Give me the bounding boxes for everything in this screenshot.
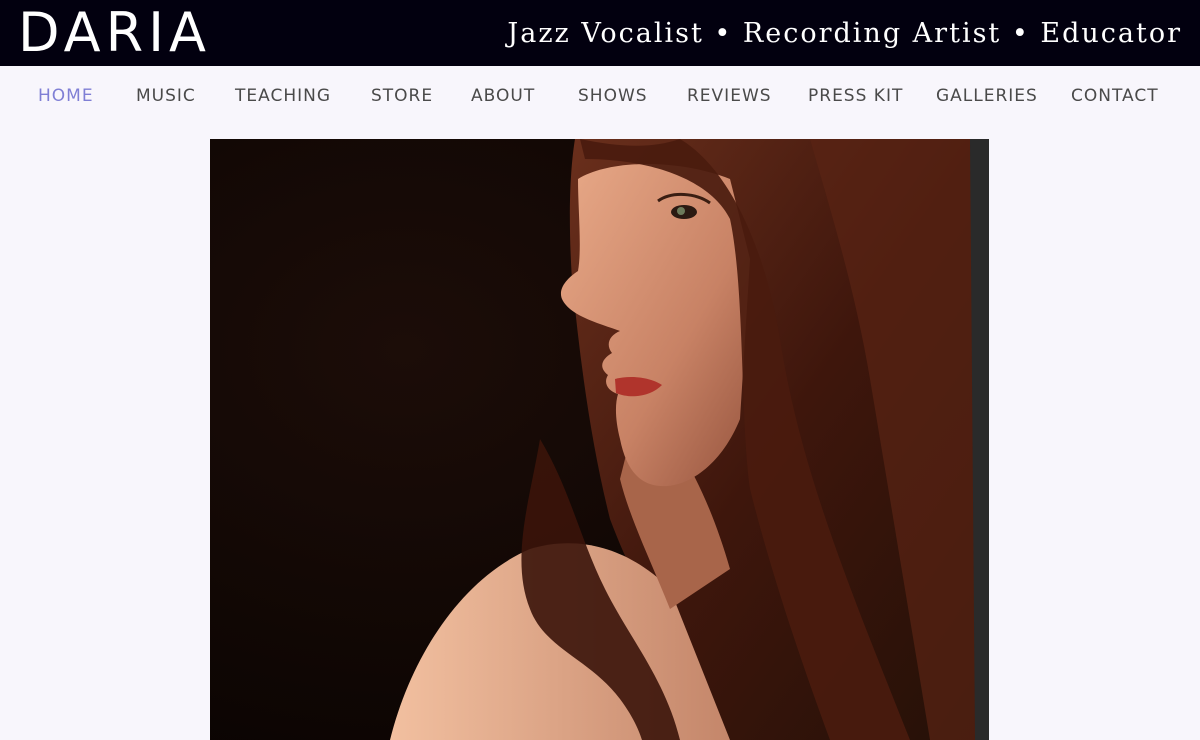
nav-item-home[interactable]: HOME: [38, 85, 94, 107]
site-logo[interactable]: DARIA: [18, 2, 211, 64]
nav-item-teaching[interactable]: TEACHING: [235, 85, 331, 107]
hero-portrait-image: [210, 139, 989, 740]
nav-item-reviews[interactable]: REVIEWS: [687, 85, 772, 107]
portrait-illustration: [210, 139, 989, 740]
nav-item-contact[interactable]: CONTACT: [1071, 85, 1159, 107]
site-header: DARIA Jazz Vocalist • Recording Artist •…: [0, 0, 1200, 66]
nav-item-store[interactable]: STORE: [371, 85, 433, 107]
nav-item-shows[interactable]: SHOWS: [578, 85, 648, 107]
nav-item-press-kit[interactable]: PRESS KIT: [808, 85, 903, 107]
site-tagline: Jazz Vocalist • Recording Artist • Educa…: [507, 18, 1182, 49]
nav-item-galleries[interactable]: GALLERIES: [936, 85, 1038, 107]
nav-item-about[interactable]: ABOUT: [471, 85, 535, 107]
nav-item-music[interactable]: MUSIC: [136, 85, 196, 107]
main-navigation: HOME MUSIC TEACHING STORE ABOUT SHOWS RE…: [0, 66, 1200, 128]
